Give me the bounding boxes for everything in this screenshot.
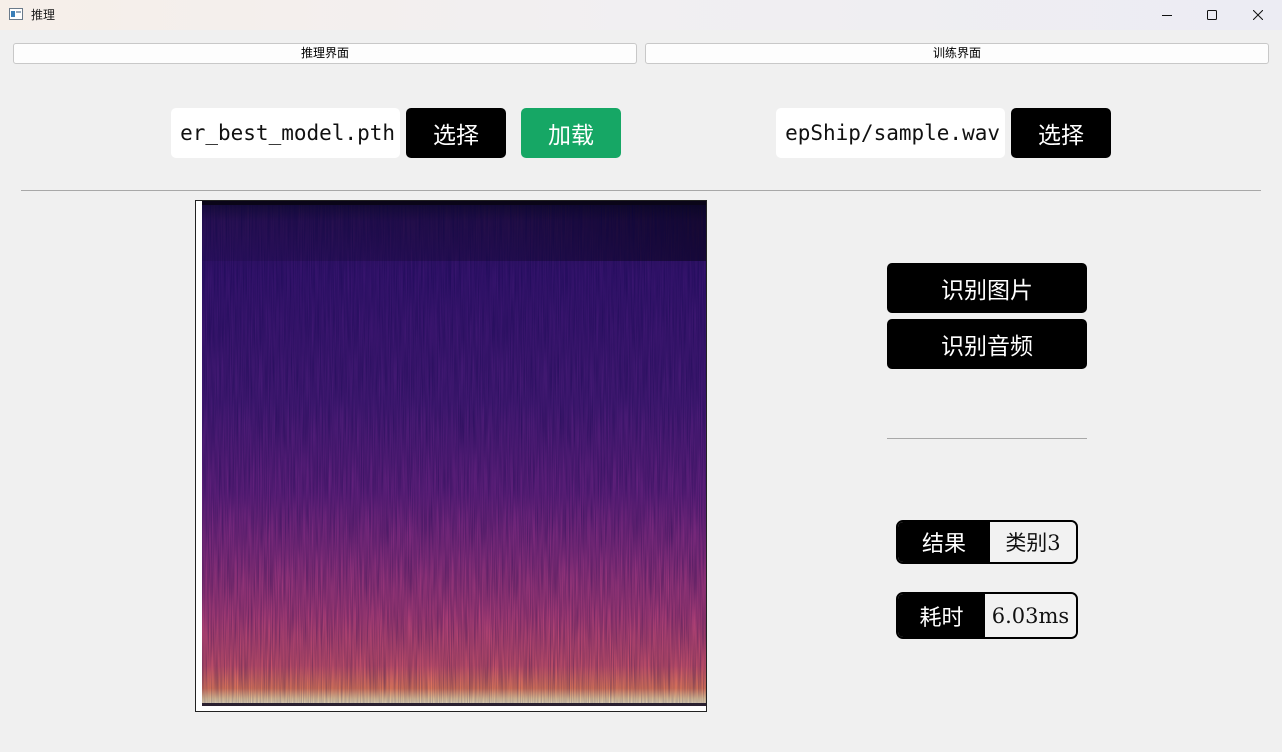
tab-inference[interactable]: 推理界面	[13, 43, 637, 64]
separator-line	[21, 190, 1261, 191]
spectrogram-image	[195, 200, 707, 712]
result-separator	[887, 438, 1087, 439]
load-model-button[interactable]: 加载	[521, 108, 621, 158]
elapsed-value: 6.03ms	[985, 594, 1076, 637]
minimize-button[interactable]	[1144, 0, 1190, 30]
title-bar: 推理	[0, 0, 1282, 30]
close-icon	[1253, 10, 1263, 20]
elapsed-label: 耗时	[898, 594, 985, 637]
tab-training[interactable]: 训练界面	[645, 43, 1269, 64]
close-button[interactable]	[1235, 0, 1281, 30]
maximize-button[interactable]	[1189, 0, 1235, 30]
select-audio-button[interactable]: 选择	[1011, 108, 1111, 158]
result-value: 类别3	[990, 522, 1076, 562]
audio-path-text: epShip/sample.wav	[785, 121, 1000, 145]
model-path-text: er_best_model.pth	[180, 121, 395, 145]
audio-path-field[interactable]: epShip/sample.wav	[776, 108, 1005, 158]
minimize-icon	[1162, 15, 1172, 16]
maximize-icon	[1207, 10, 1217, 20]
select-model-button[interactable]: 选择	[406, 108, 506, 158]
result-label: 结果	[898, 522, 990, 562]
recognize-audio-button[interactable]: 识别音频	[887, 319, 1087, 369]
app-icon	[9, 8, 23, 20]
recognize-image-button[interactable]: 识别图片	[887, 263, 1087, 313]
window-title: 推理	[31, 8, 56, 22]
model-path-field[interactable]: er_best_model.pth	[171, 108, 400, 158]
elapsed-display: 耗时 6.03ms	[896, 592, 1078, 639]
result-display: 结果 类别3	[896, 520, 1078, 564]
